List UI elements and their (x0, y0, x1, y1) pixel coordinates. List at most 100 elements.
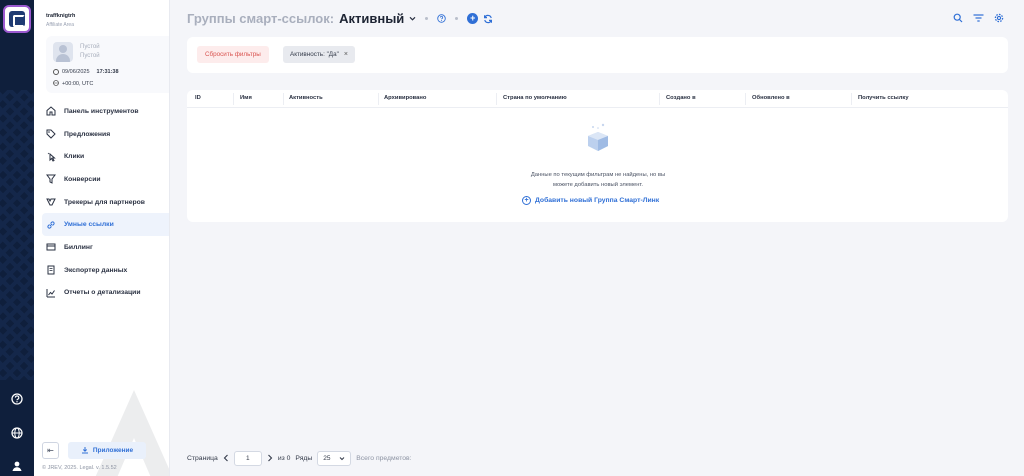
watermark-logo (95, 390, 169, 476)
export-icon (46, 265, 56, 275)
dashboard-icon (46, 106, 56, 116)
sidebar-item-label: Умные ссылки (64, 221, 114, 229)
column-divider (496, 93, 497, 105)
next-page-icon[interactable] (267, 454, 273, 464)
user-name-line1: Пустой (80, 44, 100, 50)
rows-value: 25 (323, 455, 331, 462)
avatar (53, 42, 73, 62)
sidebar-item-data-exporter[interactable]: Экспортер данных (42, 259, 169, 282)
page-label: Страница (187, 455, 218, 462)
page-total: из 0 (277, 455, 291, 462)
filter-chip-label: Активность: "Да" (290, 51, 339, 58)
empty-state-line1: Данные по текущим фильтрам не найдены, н… (530, 172, 666, 178)
column-header-get-link[interactable]: Получить ссылку (858, 95, 909, 101)
filter-icon[interactable] (973, 13, 984, 23)
page-number-input[interactable]: 1 (233, 451, 262, 466)
column-header-name[interactable]: Имя (240, 95, 252, 101)
sidebar-nav: Панель инструментов Предложения Клики Ко… (42, 100, 169, 305)
filter-bar: Сбросить фильтры Активность: "Да" × (187, 37, 1008, 73)
user-name-line2: Пустой (80, 53, 100, 59)
user-icon[interactable] (8, 457, 26, 475)
empty-state-message: Данные по текущим фильтрам не найдены, н… (487, 170, 709, 190)
column-divider (745, 93, 746, 105)
sidebar-item-smart-links[interactable]: Умные ссылки (42, 213, 169, 237)
sidebar-item-label: Конверсии (64, 175, 101, 183)
user-date: 09/06/2025 (62, 69, 90, 75)
app-rail (0, 0, 34, 476)
sidebar-item-billing[interactable]: Биллинг ⌄ (42, 236, 169, 259)
add-button[interactable]: + (467, 13, 479, 24)
sidebar-item-conversions[interactable]: Конверсии (42, 168, 169, 191)
brand-title: traffknigtrh (46, 13, 76, 19)
filter-chip-activity[interactable]: Активность: "Да" × (283, 46, 355, 63)
add-link-label: Добавить новый Группа Смарт-Линк (535, 197, 660, 204)
column-header-id[interactable]: ID (195, 95, 201, 101)
column-header-archived[interactable]: Архивировано (384, 95, 426, 101)
sidebar-item-label: Трекеры для партнеров (64, 198, 145, 206)
empty-state-line2: можете добавить новый элемент. (552, 182, 644, 188)
separator-dot (425, 17, 429, 20)
tracker-icon (46, 197, 56, 207)
page-title-status[interactable]: Активный (339, 11, 404, 26)
column-divider (659, 93, 660, 105)
link-icon (46, 220, 56, 230)
copyright: © JREV, 2025. Legal. v. 1.5.52 (42, 465, 117, 471)
click-icon (46, 152, 56, 162)
timezone-text: +00:00, UTC (62, 81, 94, 87)
sidebar-item-label: Биллинг (64, 243, 93, 251)
add-smart-link-group-link[interactable]: + Добавить новый Группа Смарт-Линк (522, 196, 659, 205)
help-icon[interactable] (437, 14, 447, 23)
total-items-label: Всего предметов: (356, 455, 412, 462)
sidebar-item-drilldown-reports[interactable]: Отчеты о детализации (42, 282, 169, 305)
column-header-active[interactable]: Активность (289, 95, 323, 101)
sidebar-item-dashboard[interactable]: Панель инструментов (42, 100, 169, 123)
gear-icon[interactable] (994, 13, 1004, 23)
user-time: 17:31:38 (96, 69, 119, 75)
column-divider (233, 93, 234, 105)
rows-label: Ряды (295, 455, 313, 462)
user-datetime: 09/06/2025 17:31:38 (53, 69, 119, 75)
app-download-button[interactable]: Приложение (68, 442, 146, 459)
close-icon[interactable]: × (344, 51, 348, 58)
page-header: Группы смарт-ссылок: Активный + (187, 11, 493, 26)
search-icon[interactable] (953, 13, 963, 23)
empty-box-icon (588, 123, 608, 151)
column-divider (378, 93, 379, 105)
tag-icon (46, 129, 56, 139)
sidebar-item-label: Экспортер данных (64, 266, 128, 274)
sidebar-item-label: Предложения (64, 130, 111, 138)
column-divider (851, 93, 852, 105)
page-title-prefix: Группы смарт-ссылок: (187, 11, 335, 26)
rail-pattern (0, 90, 34, 380)
separator-dot (455, 17, 459, 20)
table-header: ID Имя Активность Архивировано Страна по… (187, 90, 1008, 108)
sidebar-item-label: Панель инструментов (64, 107, 139, 115)
billing-icon (46, 242, 56, 252)
prev-page-icon[interactable] (223, 454, 229, 464)
collapse-sidebar-button[interactable]: ⇤ (42, 442, 59, 459)
column-divider (283, 93, 284, 105)
globe-small-icon (53, 80, 59, 88)
sidebar-item-clicks[interactable]: Клики (42, 145, 169, 168)
user-card[interactable]: Пустой Пустой 09/06/2025 17:31:38 +00:00… (46, 36, 169, 93)
clock-icon (53, 69, 59, 75)
user-timezone: +00:00, UTC (53, 80, 93, 88)
sidebar-item-label: Отчеты о детализации (64, 289, 141, 297)
column-header-default-country[interactable]: Страна по умолчанию (503, 95, 567, 101)
funnel-icon (46, 174, 56, 185)
chevron-down-icon[interactable] (409, 15, 416, 22)
globe-icon[interactable] (8, 424, 26, 442)
column-header-created[interactable]: Создано в (666, 95, 696, 101)
sidebar-item-offers[interactable]: Предложения (42, 123, 169, 146)
rows-per-page-select[interactable]: 25 (317, 451, 352, 466)
toolbar-right (953, 13, 1004, 23)
help-icon[interactable] (8, 390, 26, 408)
sidebar-item-trackers[interactable]: Трекеры для партнеров (42, 191, 169, 214)
column-header-updated[interactable]: Обновлено в (752, 95, 790, 101)
download-icon (81, 446, 89, 456)
sidebar-item-label: Клики (64, 153, 85, 161)
app-logo[interactable] (3, 5, 31, 33)
refresh-icon[interactable] (483, 14, 493, 24)
reset-filters-button[interactable]: Сбросить фильтры (197, 46, 269, 63)
pagination: Страница 1 из 0 Ряды 25 Всего предметов: (187, 451, 412, 466)
